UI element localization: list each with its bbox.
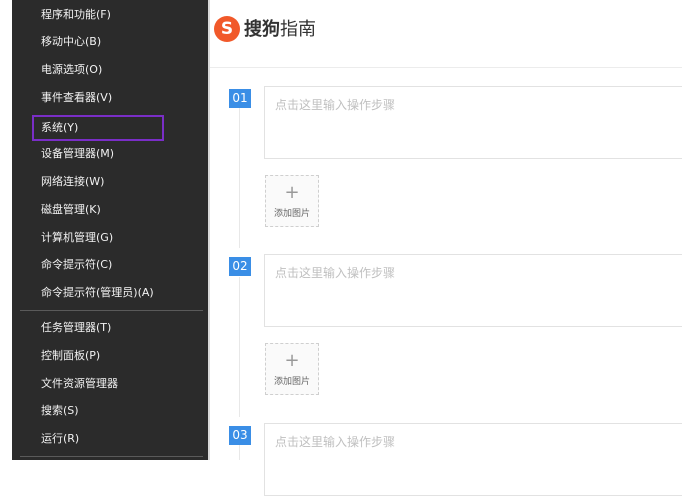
menu-item-event-viewer[interactable]: 事件查看器(V) — [12, 85, 208, 111]
step-placeholder: 点击这里输入操作步骤 — [275, 266, 396, 280]
brand-main: 搜狗 — [244, 19, 280, 40]
menu-item-command-prompt-admin[interactable]: 命令提示符(管理员)(A) — [12, 280, 208, 306]
menu-item-task-manager[interactable]: 任务管理器(T) — [12, 315, 208, 341]
menu-separator — [20, 456, 203, 457]
step-connector — [239, 445, 240, 460]
menu-item-command-prompt[interactable]: 命令提示符(C) — [12, 252, 208, 278]
plus-icon: + — [284, 350, 300, 371]
step-placeholder: 点击这里输入操作步骤 — [275, 98, 396, 112]
menu-item-computer-management[interactable]: 计算机管理(G) — [12, 225, 208, 251]
add-image-button[interactable]: + 添加图片 — [265, 343, 319, 395]
step-number-badge: 02 — [229, 257, 251, 276]
page-header: S 搜狗指南 — [210, 0, 682, 68]
add-image-label: 添加图片 — [273, 377, 310, 387]
step-connector — [239, 277, 240, 417]
menu-separator — [20, 310, 203, 311]
menu-item-control-panel[interactable]: 控制面板(P) — [12, 343, 208, 369]
menu-edge — [208, 0, 210, 460]
step-number-badge: 01 — [229, 89, 251, 108]
menu-item-mobility-center[interactable]: 移动中心(B) — [12, 29, 208, 55]
step-placeholder: 点击这里输入操作步骤 — [275, 435, 396, 449]
step-connector — [239, 108, 240, 248]
brand-sub: 指南 — [280, 19, 316, 40]
menu-item-file-explorer[interactable]: 文件资源管理器 — [12, 371, 208, 397]
menu-item-network-connections[interactable]: 网络连接(W) — [12, 169, 208, 195]
winx-context-menu: 程序和功能(F) 移动中心(B) 电源选项(O) 事件查看器(V) 系统(Y) … — [12, 0, 208, 460]
menu-item-system[interactable]: 系统(Y) — [32, 115, 164, 141]
plus-icon: + — [284, 182, 300, 203]
sogou-logo-icon[interactable]: S — [214, 16, 240, 42]
step-description-input[interactable]: 点击这里输入操作步骤 — [264, 254, 682, 327]
menu-item-programs-features[interactable]: 程序和功能(F) — [12, 2, 208, 28]
step-number-badge: 03 — [229, 426, 251, 445]
menu-item-search[interactable]: 搜索(S) — [12, 398, 208, 424]
menu-item-device-manager[interactable]: 设备管理器(M) — [12, 141, 208, 167]
menu-item-power-options[interactable]: 电源选项(O) — [12, 57, 208, 83]
menu-item-run[interactable]: 运行(R) — [12, 426, 208, 452]
step-description-input[interactable]: 点击这里输入操作步骤 — [264, 86, 682, 159]
add-image-button[interactable]: + 添加图片 — [265, 175, 319, 227]
add-image-label: 添加图片 — [273, 209, 310, 219]
menu-item-disk-management[interactable]: 磁盘管理(K) — [12, 197, 208, 223]
brand-title: 搜狗指南 — [244, 15, 316, 41]
